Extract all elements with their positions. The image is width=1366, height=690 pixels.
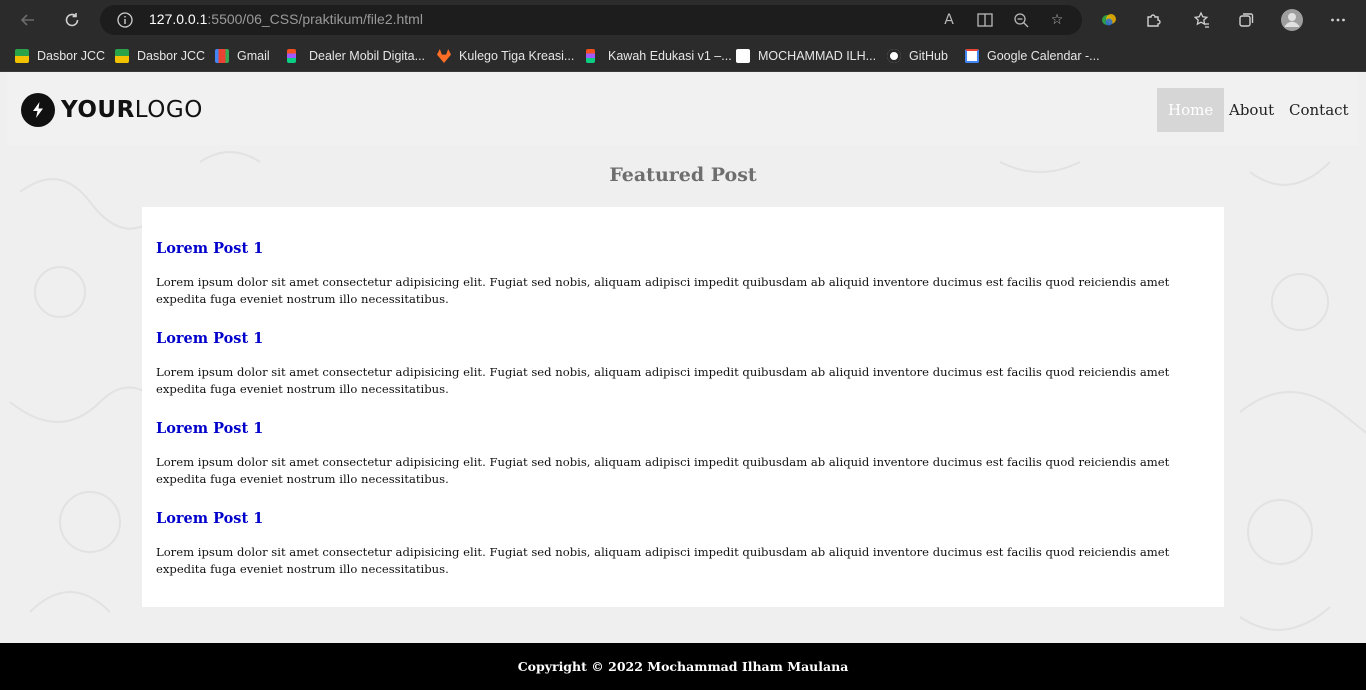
figma-icon <box>586 49 595 63</box>
more-icon[interactable] <box>1324 6 1352 34</box>
calendar-icon <box>965 49 979 63</box>
bookmark-item[interactable]: GitHub <box>887 45 948 67</box>
bookmark-item[interactable]: Gmail <box>215 45 270 67</box>
favorites-icon[interactable] <box>1188 6 1216 34</box>
bolt-icon <box>21 93 55 127</box>
site-footer: Copyright © 2022 Mochammad Ilham Maulana <box>0 643 1366 690</box>
post-body: Lorem ipsum dolor sit amet consectetur a… <box>156 455 1170 486</box>
address-bar[interactable]: 127.0.0.1:5500/06_CSS/praktikum/file2.ht… <box>100 5 1082 35</box>
bookmark-item[interactable]: Dealer Mobil Digita... <box>287 45 425 67</box>
profile-icon[interactable] <box>1278 6 1306 34</box>
logo-text-bold: YOUR <box>61 97 135 123</box>
extensions-icon[interactable] <box>1139 6 1167 34</box>
bookmark-label: Dealer Mobil Digita... <box>309 49 426 63</box>
post-item: Lorem Post 1 Lorem ipsum dolor sit amet … <box>156 509 1210 599</box>
logo-text-light: LOGO <box>134 97 203 123</box>
logo-text: YOURLOGO <box>61 97 203 123</box>
post-body: Lorem ipsum dolor sit amet consectetur a… <box>156 365 1170 396</box>
browser-toolbar: 127.0.0.1:5500/06_CSS/praktikum/file2.ht… <box>0 0 1366 40</box>
bookmarks-bar: Dasbor JCC Dasbor JCC Gmail Dealer Mobil… <box>0 40 1366 72</box>
posts-container: Lorem Post 1 Lorem ipsum dolor sit amet … <box>142 207 1224 607</box>
site-logo[interactable]: YOURLOGO <box>21 93 203 127</box>
back-icon[interactable] <box>14 6 42 34</box>
gmail-icon <box>215 49 229 63</box>
post-item: Lorem Post 1 Lorem ipsum dolor sit amet … <box>156 239 1210 329</box>
favorite-add-icon[interactable]: ☆ <box>1048 11 1066 29</box>
bookmark-label: Kulego Tiga Kreasi... <box>459 49 575 63</box>
nav-home[interactable]: Home <box>1157 88 1225 132</box>
bookmark-label: Google Calendar -... <box>987 49 1100 63</box>
post-body: Lorem ipsum dolor sit amet consectetur a… <box>156 545 1170 576</box>
bookmark-label: Dasbor JCC <box>37 49 106 63</box>
bookmark-item[interactable]: Dasbor JCC <box>15 45 105 67</box>
nav-about[interactable]: About <box>1218 88 1285 132</box>
copilot-icon[interactable] <box>1095 6 1123 34</box>
post-body: Lorem ipsum dolor sit amet consectetur a… <box>156 275 1170 306</box>
jcc-icon <box>115 49 129 63</box>
url-text[interactable]: 127.0.0.1:5500/06_CSS/praktikum/file2.ht… <box>149 11 423 27</box>
site-navbar: YOURLOGO Home About Contact <box>7 72 1359 145</box>
nav-contact[interactable]: Contact <box>1278 88 1360 132</box>
post-title[interactable]: Lorem Post 1 <box>156 329 1210 364</box>
bookmark-item[interactable]: Kulego Tiga Kreasi... <box>437 45 574 67</box>
bookmark-item[interactable]: Google Calendar -... <box>965 45 1100 67</box>
bookmark-label: MOCHAMMAD ILH... <box>758 49 877 63</box>
read-aloud-icon[interactable]: A <box>940 11 958 29</box>
refresh-icon[interactable] <box>58 6 86 34</box>
bookmark-label: GitHub <box>909 49 948 63</box>
bookmark-item[interactable]: Dasbor JCC <box>115 45 205 67</box>
post-title[interactable]: Lorem Post 1 <box>156 239 1210 274</box>
doc-icon <box>736 49 750 63</box>
jcc-icon <box>15 49 29 63</box>
page-viewport: YOURLOGO Home About Contact Featured Pos… <box>0 72 1366 690</box>
section-title: Featured Post <box>609 164 757 186</box>
gitlab-icon <box>437 49 451 63</box>
url-host: 127.0.0.1 <box>149 11 208 27</box>
site-info-icon[interactable] <box>116 11 134 29</box>
immersive-reader-icon[interactable] <box>976 11 994 29</box>
github-icon <box>887 49 901 63</box>
bookmark-label: Gmail <box>237 49 270 63</box>
bookmark-label: Kawah Edukasi v1 –... <box>608 49 732 63</box>
footer-copyright: Copyright © 2022 Mochammad Ilham Maulana <box>517 659 849 674</box>
bookmark-label: Dasbor JCC <box>137 49 206 63</box>
post-title[interactable]: Lorem Post 1 <box>156 419 1210 454</box>
url-path: :5500/06_CSS/praktikum/file2.html <box>207 11 423 27</box>
figma-icon <box>287 49 296 63</box>
bookmark-item[interactable]: MOCHAMMAD ILH... <box>736 45 876 67</box>
post-title[interactable]: Lorem Post 1 <box>156 509 1210 544</box>
collections-icon[interactable] <box>1232 6 1260 34</box>
post-item: Lorem Post 1 Lorem ipsum dolor sit amet … <box>156 329 1210 419</box>
bookmark-item[interactable]: Kawah Edukasi v1 –... <box>586 45 732 67</box>
post-item: Lorem Post 1 Lorem ipsum dolor sit amet … <box>156 419 1210 509</box>
zoom-out-icon[interactable] <box>1012 11 1030 29</box>
